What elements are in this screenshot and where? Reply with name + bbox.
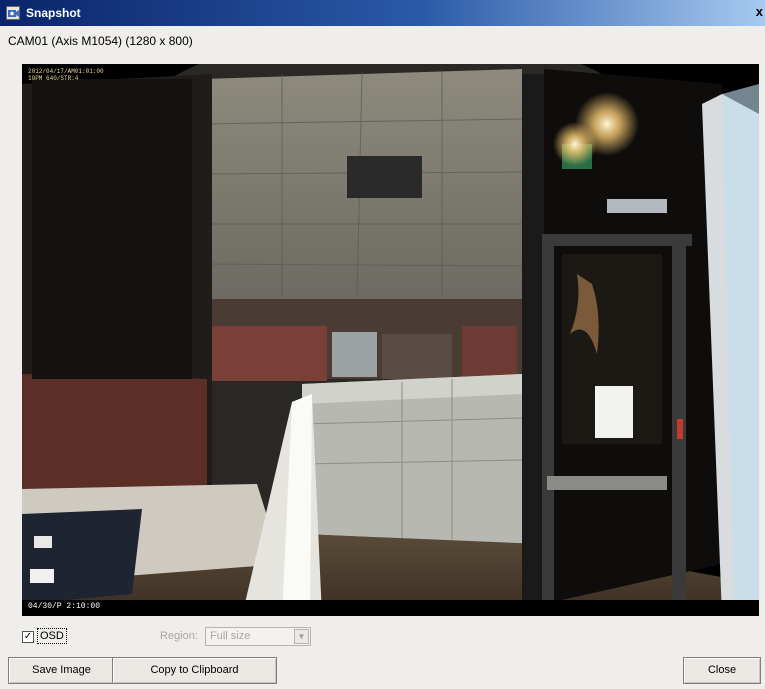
camera-info-label: CAM01 (Axis M1054) (1280 x 800) (8, 34, 193, 48)
copy-to-clipboard-button[interactable]: Copy to Clipboard (112, 657, 277, 684)
camera-icon (6, 6, 20, 20)
snapshot-overlay-date: 04/30/P 2:10:00 (28, 602, 101, 611)
snapshot-image: 2012/04/17/AM01:01:00 10PM 640/STR:4 04/… (22, 64, 759, 616)
osd-label[interactable]: OSD (37, 628, 67, 644)
region-label: Region: (160, 630, 198, 642)
snapshot-overlay-timestamp: 2012/04/17/AM01:01:00 10PM 640/STR:4 (28, 68, 104, 82)
close-window-button[interactable]: x (756, 4, 763, 20)
window-title: Snapshot (26, 6, 81, 20)
save-image-button[interactable]: Save Image (8, 657, 115, 684)
region-select[interactable]: Full size ▼ (205, 627, 311, 646)
chevron-down-icon[interactable]: ▼ (294, 629, 309, 644)
region-select-value: Full size (210, 630, 251, 642)
close-button[interactable]: Close (683, 657, 761, 684)
osd-checkbox[interactable]: ✓ (22, 631, 34, 643)
window-titlebar[interactable]: Snapshot x (0, 0, 765, 26)
